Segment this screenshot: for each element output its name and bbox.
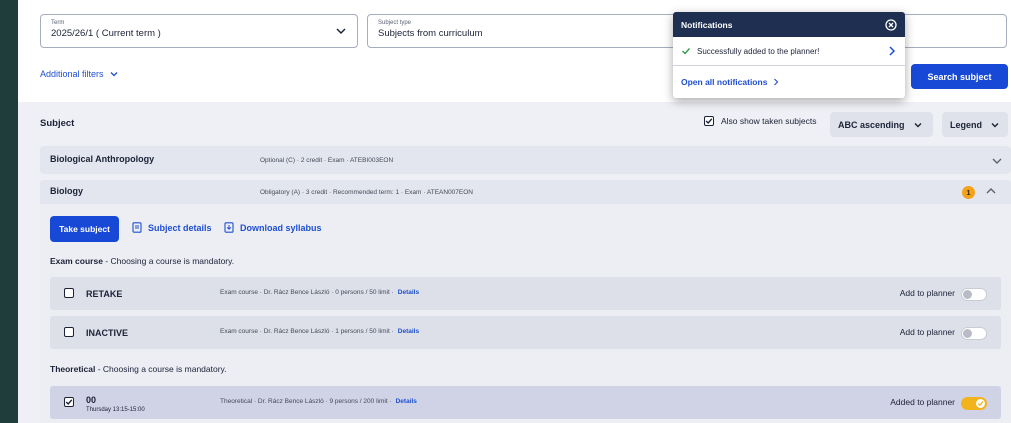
- subject-name: Biology: [50, 186, 83, 196]
- course-checkbox[interactable]: [64, 288, 74, 298]
- term-value: 2025/26/1 ( Current term ): [51, 28, 161, 39]
- section-note: - Choosing a course is mandatory.: [102, 256, 235, 266]
- open-all-notifications-link[interactable]: Open all notifications: [673, 66, 905, 98]
- planner-toggle[interactable]: [961, 288, 987, 301]
- download-syllabus-label: Download syllabus: [240, 222, 322, 233]
- subject-header[interactable]: [40, 180, 1011, 204]
- planner-label: Add to planner: [899, 288, 955, 298]
- check-icon: [976, 399, 985, 408]
- subject-meta: Obligatory (A) · 3 credit · Recommended …: [260, 189, 474, 196]
- term-label: Term: [51, 20, 65, 26]
- legend-label: Legend: [950, 119, 983, 130]
- course-name: RETAKE: [86, 289, 123, 299]
- notification-item[interactable]: Successfully added to the planner!: [673, 37, 905, 66]
- details-link[interactable]: Details: [398, 328, 419, 335]
- chevron-down-icon: [913, 120, 923, 130]
- open-all-label: Open all notifications: [681, 77, 768, 87]
- planner-label: Add to planner: [899, 327, 955, 337]
- chevron-down-icon[interactable]: [991, 155, 1003, 167]
- also-show-taken-checkbox[interactable]: Also show taken subjects: [704, 116, 816, 126]
- course-name: INACTIVE: [86, 328, 129, 338]
- notifications-popup: Notifications Successfully added to the …: [673, 12, 905, 98]
- chevron-up-icon[interactable]: [985, 185, 997, 197]
- download-syllabus-link[interactable]: Download syllabus: [224, 222, 322, 233]
- legend-dropdown[interactable]: Legend: [942, 112, 1008, 137]
- course-row-retake[interactable]: RETAKE Exam course · Dr. Rácz Bence Lász…: [50, 277, 1001, 310]
- chevron-right-icon: [773, 78, 779, 86]
- term-select[interactable]: Term 2025/26/1 ( Current term ): [40, 14, 358, 48]
- notifications-title: Notifications: [681, 19, 733, 30]
- app-frame: Term 2025/26/1 ( Current term ) Subject …: [18, 0, 1011, 423]
- notifications-header: Notifications: [673, 12, 905, 37]
- also-show-taken-label: Also show taken subjects: [721, 116, 817, 126]
- download-icon: [224, 222, 234, 233]
- subject-list-header: Subject: [40, 118, 75, 129]
- chevron-down-icon: [990, 120, 1000, 130]
- section-title: Exam course: [50, 256, 103, 266]
- section-exam-course: Exam course - Choosing a course is manda…: [50, 256, 234, 266]
- course-name: 00: [86, 395, 97, 405]
- additional-filters-toggle[interactable]: Additional filters: [40, 69, 119, 79]
- sort-dropdown[interactable]: ABC ascending: [830, 112, 933, 137]
- subject-meta: Optional (C) · 2 credit · Exam · ATEBI00…: [260, 157, 394, 164]
- document-icon: [132, 222, 142, 233]
- subject-row-biological-anthropology[interactable]: Biological Anthropology Optional (C) · 2…: [40, 146, 1011, 174]
- section-note: - Choosing a course is mandatory.: [95, 364, 227, 374]
- course-meta: Theoretical · Dr. Rácz Bence László · 9 …: [220, 398, 417, 405]
- course-checkbox[interactable]: [64, 327, 74, 337]
- notification-message: Successfully added to the planner!: [697, 46, 820, 56]
- subject-details-link[interactable]: Subject details: [132, 222, 212, 233]
- course-row-00[interactable]: 00 Thursday 13:15-15:00 Theoretical · Dr…: [50, 386, 1001, 419]
- section-theoretical: Theoretical - Choosing a course is manda…: [50, 364, 227, 374]
- planner-label: Added to planner: [890, 397, 955, 407]
- details-link[interactable]: Details: [396, 398, 417, 405]
- notification-badge: 1: [962, 186, 975, 199]
- course-time: Thursday 13:15-15:00: [86, 407, 145, 413]
- take-subject-button[interactable]: Take subject: [50, 216, 119, 242]
- subject-name: Biological Anthropology: [50, 154, 155, 164]
- chevron-down-icon: [335, 25, 347, 37]
- sort-value: ABC ascending: [838, 119, 905, 130]
- search-subject-button[interactable]: Search subject: [911, 64, 1008, 89]
- chevron-down-icon: [109, 69, 119, 79]
- subject-row-biology: Biology Obligatory (A) · 3 credit · Reco…: [40, 180, 1011, 423]
- additional-filters-label: Additional filters: [40, 69, 104, 79]
- checkbox-checked-icon: [704, 116, 714, 126]
- section-title: Theoretical: [50, 364, 96, 374]
- chevron-right-icon[interactable]: [887, 45, 897, 57]
- course-checkbox-checked[interactable]: [64, 397, 74, 407]
- course-row-inactive[interactable]: INACTIVE Exam course · Dr. Rácz Bence Lá…: [50, 316, 1001, 349]
- course-meta: Exam course · Dr. Rácz Bence László · 1 …: [220, 328, 420, 335]
- planner-toggle-on[interactable]: [961, 397, 987, 410]
- course-meta: Exam course · Dr. Rácz Bence László · 0 …: [220, 289, 420, 296]
- details-link[interactable]: Details: [398, 289, 419, 296]
- subject-list: Subject Also show taken subjects ABC asc…: [18, 102, 1011, 423]
- close-icon[interactable]: [885, 18, 897, 31]
- notification-message-wrap: Successfully added to the planner!: [681, 46, 819, 56]
- planner-toggle[interactable]: [961, 327, 987, 340]
- check-icon: [681, 46, 691, 56]
- subject-details-label: Subject details: [148, 222, 212, 233]
